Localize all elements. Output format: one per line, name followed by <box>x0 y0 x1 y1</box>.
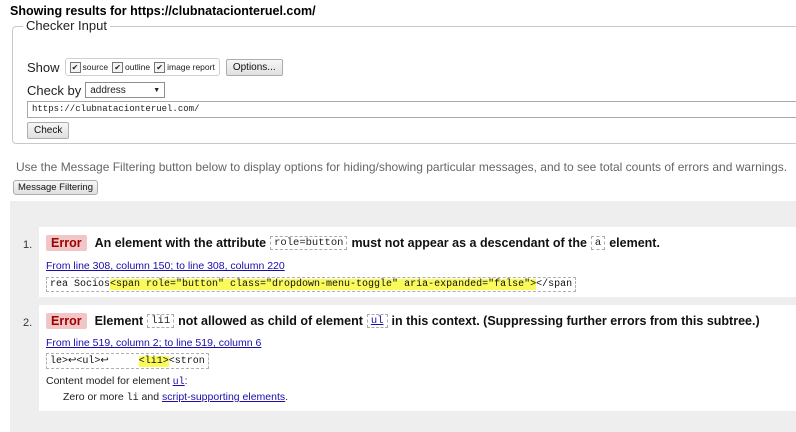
content-model-prefix: Content model for element <box>46 375 170 387</box>
title-code-link[interactable]: ul <box>366 314 388 328</box>
source-checkbox-label[interactable]: source <box>83 62 109 72</box>
check-by-row: Check by address ▼ <box>27 82 166 98</box>
message-filtering-button[interactable]: Message Filtering <box>13 180 98 195</box>
message-title: Error An element with the attribute role… <box>46 235 660 251</box>
extract-highlight: <li1> <box>138 356 169 367</box>
title-code: li1 <box>147 314 175 328</box>
script-supporting-elements-link[interactable]: script-supporting elements <box>162 391 285 403</box>
content-model-body-code: li <box>126 393 139 404</box>
check-by-label: Check by <box>27 82 82 98</box>
title-code: a <box>590 236 606 250</box>
checker-input-fieldset: Checker Input Show ✔ source ✔ outline ✔ … <box>12 18 796 144</box>
content-model-element-link[interactable]: ul <box>173 377 185 388</box>
show-options-group: ✔ source ✔ outline ✔ image report <box>64 58 220 76</box>
source-checkbox[interactable]: ✔ <box>69 61 81 73</box>
message-number: 2. <box>23 317 33 329</box>
error-message-1: 1. Error An element with the attribute r… <box>23 227 796 297</box>
message-number: 1. <box>23 239 33 251</box>
page-heading: Showing results for https://clubnatacion… <box>10 4 316 18</box>
extract-before: rea Socios <box>50 279 111 290</box>
content-model-body: Zero or more li and script-supporting el… <box>63 391 288 404</box>
check-by-selected-value: address <box>90 84 126 96</box>
results-panel: 1. Error An element with the attribute r… <box>10 201 796 432</box>
source-extract: le>↩<ul>↩ <li1><stron <box>46 353 209 369</box>
title-text: element. <box>609 236 660 250</box>
image-report-checkbox[interactable]: ✔ <box>154 61 166 73</box>
content-model-heading: Content model for element ul: <box>46 375 188 388</box>
show-label: Show <box>27 59 60 75</box>
location-link[interactable]: From line 308, column 150; to line 308, … <box>46 260 285 272</box>
extract-highlight: <span role="button" class="dropdown-menu… <box>110 279 537 290</box>
content-model-body-suffix: . <box>285 391 289 403</box>
outline-checkbox[interactable]: ✔ <box>112 61 124 73</box>
image-report-checkbox-label[interactable]: image report <box>167 62 215 72</box>
content-model-suffix: : <box>184 375 188 387</box>
extract-after: <stron <box>168 356 205 367</box>
title-code: role=button <box>270 236 348 250</box>
title-text: not allowed as child of element <box>178 314 363 328</box>
check-by-select[interactable]: address ▼ <box>85 82 166 98</box>
content-model-body-mid: and <box>141 391 160 403</box>
check-button[interactable]: Check <box>27 122 70 139</box>
url-input[interactable]: https://clubnatacionteruel.com/ <box>27 101 796 118</box>
extract-after: </span <box>536 279 573 290</box>
error-message-2: 2. Error Element li1 not allowed as chil… <box>23 305 796 411</box>
source-extract: rea Socios<span role="button" class="dro… <box>46 277 577 292</box>
title-text: must not appear as a descendant of the <box>351 236 587 250</box>
location-link[interactable]: From line 519, column 2; to line 519, co… <box>46 337 261 349</box>
title-text: An element with the attribute <box>94 236 267 250</box>
outline-checkbox-label[interactable]: outline <box>125 62 150 72</box>
title-text: in this context. (Suppressing further er… <box>391 314 760 328</box>
extract-before: le>↩<ul>↩ <box>50 356 139 367</box>
checker-input-legend: Checker Input <box>23 18 110 33</box>
show-row: Show ✔ source ✔ outline ✔ image report O… <box>27 58 283 76</box>
error-badge: Error <box>46 235 87 251</box>
content-model-body-prefix: Zero or more <box>63 391 124 403</box>
title-text: Element <box>94 314 144 328</box>
error-badge: Error <box>46 313 87 329</box>
options-button[interactable]: Options... <box>225 58 283 76</box>
message-title: Error Element li1 not allowed as child o… <box>46 313 760 329</box>
chevron-down-icon: ▼ <box>153 86 161 94</box>
filtering-info-text: Use the Message Filtering button below t… <box>16 160 788 174</box>
